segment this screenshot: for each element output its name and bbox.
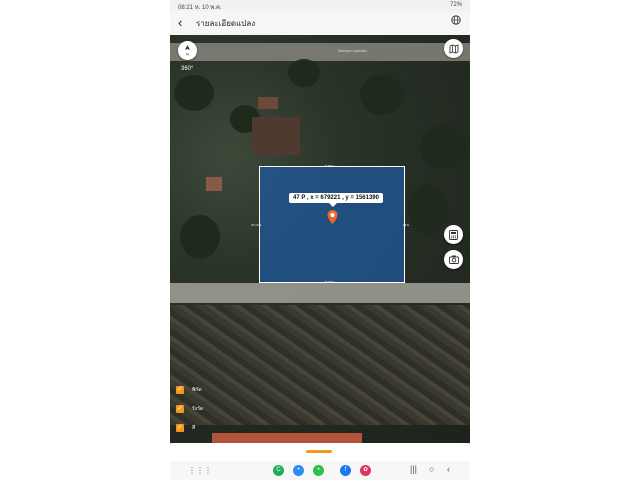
tree xyxy=(360,75,404,115)
app-bar: ‹ รายละเอียดแปลง xyxy=(170,11,470,35)
home-icon[interactable]: ○ xyxy=(429,464,434,474)
parcel-dim-right: 38 ม. xyxy=(403,223,410,227)
checkbox[interactable]: ✓ xyxy=(176,424,184,432)
message-app-icon[interactable]: • xyxy=(313,465,324,476)
location-pin-icon[interactable] xyxy=(327,210,338,224)
parcel-info-tooltip[interactable]: 47 P , x = 679221 , y = 1561390 xyxy=(289,193,383,207)
tree xyxy=(180,215,220,259)
green-app-icon[interactable]: C xyxy=(273,465,284,476)
house-roof xyxy=(252,117,300,155)
layer-label: พิกัด xyxy=(192,387,202,393)
compass-button[interactable]: N xyxy=(178,41,197,60)
parcel-dim-left: 37.10 ม. xyxy=(251,223,263,227)
compass-icon: N xyxy=(185,45,190,57)
status-bar: 08:21 ห. 10 พ.ค. 72% xyxy=(170,0,470,11)
layer-item[interactable]: ✓ พิกัด xyxy=(176,386,256,396)
svg-text:N: N xyxy=(186,52,189,57)
house-roof xyxy=(258,97,278,109)
map-icon xyxy=(449,43,458,54)
road-middle xyxy=(170,283,470,303)
view-360-label[interactable]: 360° xyxy=(181,66,193,72)
camera-icon xyxy=(448,255,459,264)
checkbox[interactable]: ✓ xyxy=(176,386,184,394)
app-drawer-icon[interactable]: ⋮⋮⋮ xyxy=(188,466,212,475)
tablet-screen: 08:21 ห. 10 พ.ค. 72% ‹ รายละเอียดแปลง Wa… xyxy=(170,0,470,480)
calculator-button[interactable] xyxy=(444,225,463,244)
road-label: Waxoa uuqmaio xyxy=(338,48,367,53)
facebook-app-icon[interactable]: f xyxy=(340,465,351,476)
layer-item[interactable]: ✓ สี xyxy=(176,424,256,434)
chat-app-icon[interactable]: • xyxy=(293,465,304,476)
globe-icon[interactable] xyxy=(451,15,461,25)
house-roof xyxy=(206,177,222,191)
back-nav-icon[interactable]: ‹ xyxy=(447,464,450,474)
checkbox[interactable]: ✓ xyxy=(176,405,184,413)
flower-app-icon[interactable]: ✿ xyxy=(360,465,371,476)
tree xyxy=(174,75,214,111)
parcel-dim-bottom: 47.58 ม. xyxy=(324,280,336,284)
land-parcel[interactable]: 47.58 ม. 47.58 ม. 37.10 ม. 38 ม. xyxy=(251,164,410,284)
layer-item[interactable]: ✓ รังวัด xyxy=(176,405,256,415)
parcel-dim-top: 47.58 ม. xyxy=(324,164,336,168)
page-title: รายละเอียดแปลง xyxy=(196,19,256,28)
tree xyxy=(288,59,320,87)
camera-button[interactable] xyxy=(444,250,463,269)
satellite-map[interactable]: Waxoa uuqmaio 47.58 ม. 47.58 ม. 37.10 ม.… xyxy=(170,35,470,443)
map-type-button[interactable] xyxy=(444,39,463,58)
back-icon[interactable]: ‹ xyxy=(178,15,182,30)
road-top xyxy=(170,43,470,61)
status-battery: 72% xyxy=(449,2,462,8)
bottom-sheet[interactable] xyxy=(170,443,470,461)
navigation-bar: ⋮⋮⋮ C • • f ✿ ||| ○ ‹ xyxy=(170,461,470,480)
tree xyxy=(420,125,466,169)
layer-label: สี xyxy=(192,425,196,431)
calculator-icon xyxy=(449,229,458,240)
sheet-drag-handle[interactable] xyxy=(306,450,332,453)
recent-apps-icon[interactable]: ||| xyxy=(410,464,417,474)
building-roof-bottom xyxy=(212,433,362,443)
layer-label: รังวัด xyxy=(192,406,204,412)
tree xyxy=(408,185,448,235)
